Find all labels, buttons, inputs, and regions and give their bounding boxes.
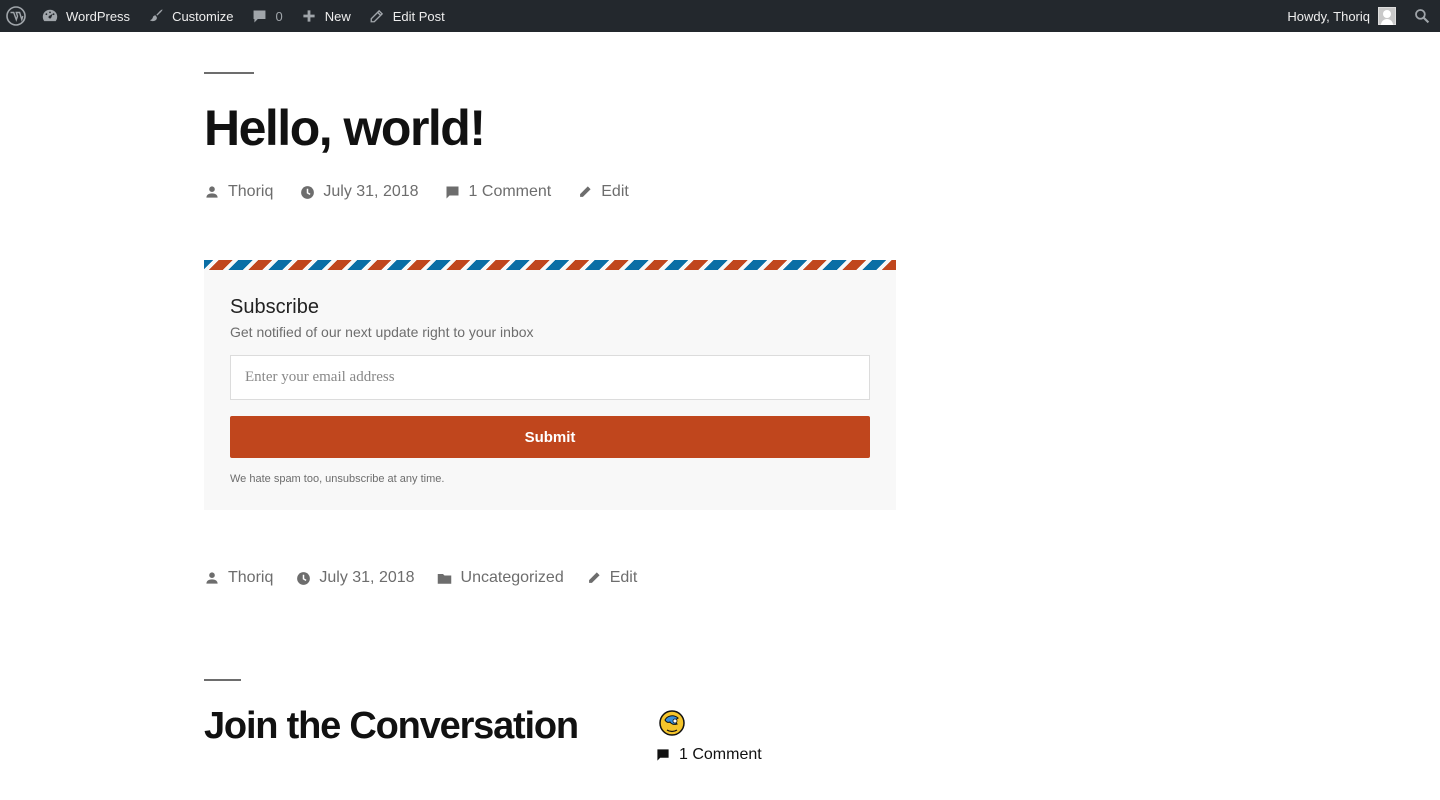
dashboard-icon	[40, 6, 60, 26]
footer-date-label: July 31, 2018	[319, 569, 415, 586]
wordpress-logo-menu[interactable]	[0, 0, 32, 32]
comment-count: 1 Comment	[656, 746, 762, 764]
customize-label: Customize	[172, 8, 234, 24]
edit-pencil-icon	[577, 184, 593, 200]
comment-bubble-icon	[249, 6, 269, 26]
comment-count-label: 1 Comment	[679, 746, 762, 763]
customize-menu[interactable]: Customize	[138, 0, 241, 32]
comments-menu[interactable]: 0	[241, 0, 290, 32]
avatar	[1378, 7, 1396, 25]
comment-icon	[445, 184, 461, 200]
comments-count: 0	[275, 8, 283, 24]
site-name-menu[interactable]: WordPress	[32, 0, 138, 32]
post-meta-top: Thoriq July 31, 2018 1 Comment Edit	[204, 183, 655, 201]
footer-author-label: Thoriq	[228, 569, 274, 586]
site-name-label: WordPress	[66, 8, 131, 24]
subscribe-description: Get notified of our next update right to…	[230, 324, 534, 340]
edit-post-menu[interactable]: Edit Post	[359, 0, 453, 32]
post-meta-bottom: Thoriq July 31, 2018 Uncategorized Edit	[204, 569, 663, 587]
commenter-avatar	[658, 708, 686, 738]
comment-icon	[656, 748, 670, 762]
pencil-icon	[367, 6, 387, 26]
comments-title: Join the Conversation	[204, 705, 579, 747]
footer-edit-label: Edit	[609, 569, 638, 586]
post-date[interactable]: July 31, 2018	[299, 183, 419, 201]
footer-category[interactable]: Uncategorized	[437, 569, 564, 587]
edit-pencil-icon	[586, 570, 602, 586]
title-divider	[204, 72, 254, 74]
post-edit-label: Edit	[601, 183, 629, 200]
post-comments-label: 1 Comment	[468, 183, 552, 200]
search-button[interactable]	[1404, 0, 1440, 32]
footer-author[interactable]: Thoriq	[204, 569, 273, 587]
new-content-menu[interactable]: New	[291, 0, 359, 32]
email-field[interactable]	[230, 355, 870, 400]
footer-edit-link[interactable]: Edit	[586, 569, 638, 587]
clock-icon	[295, 570, 311, 586]
search-icon	[1412, 6, 1432, 26]
person-icon	[204, 570, 220, 586]
wordpress-logo-icon	[6, 6, 26, 26]
edit-post-label: Edit Post	[392, 8, 445, 24]
my-account-menu[interactable]: Howdy, Thoriq	[1279, 0, 1404, 32]
post-title: Hello, world!	[204, 100, 486, 156]
airmail-stripe	[204, 260, 896, 270]
post-author[interactable]: Thoriq	[204, 183, 273, 201]
new-label: New	[324, 8, 351, 24]
howdy-label: Howdy, Thoriq	[1287, 8, 1370, 24]
footer-date[interactable]: July 31, 2018	[295, 569, 415, 587]
comments-divider	[204, 679, 241, 681]
submit-button[interactable]: Submit	[230, 416, 870, 458]
person-icon	[204, 184, 220, 200]
footer-category-label: Uncategorized	[460, 569, 564, 586]
subscribe-form: Subscribe Get notified of our next updat…	[204, 260, 896, 510]
post-date-label: July 31, 2018	[323, 183, 419, 200]
admin-bar: WordPress Customize 0 New Edit Post Howd…	[0, 0, 1440, 32]
subscribe-title: Subscribe	[230, 296, 319, 318]
plus-icon	[299, 6, 319, 26]
post-edit-link[interactable]: Edit	[577, 183, 629, 201]
folder-icon	[437, 570, 453, 586]
clock-icon	[299, 184, 315, 200]
spam-note: We hate spam too, unsubscribe at any tim…	[230, 473, 445, 485]
post-author-label: Thoriq	[228, 183, 274, 200]
paintbrush-icon	[146, 6, 166, 26]
post-comments-link[interactable]: 1 Comment	[445, 183, 552, 201]
